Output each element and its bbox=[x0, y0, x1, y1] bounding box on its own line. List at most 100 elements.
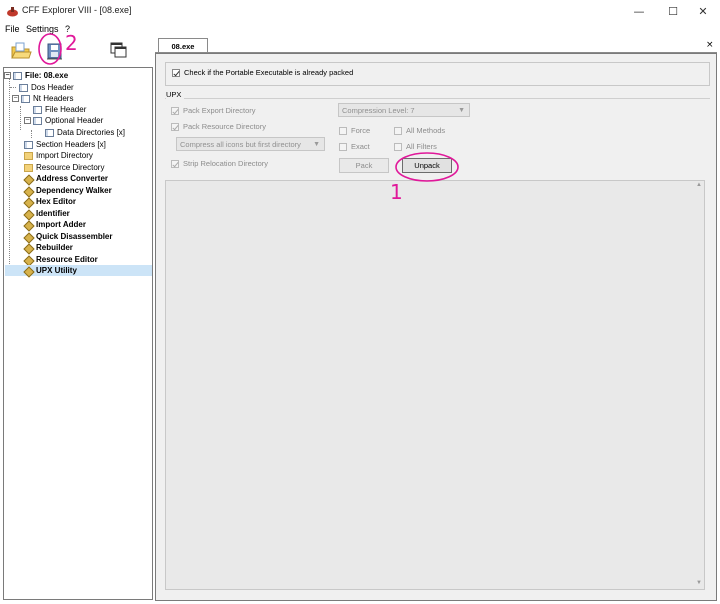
tree-item-address-converter[interactable]: Address Converter bbox=[24, 173, 108, 184]
force-label: Force bbox=[351, 126, 371, 135]
strip-reloc-option[interactable]: Strip Relocation Directory bbox=[171, 159, 268, 168]
tree-item-file-header[interactable]: File Header bbox=[24, 104, 86, 115]
close-icon: ✕ bbox=[698, 5, 708, 18]
tree-item-quick-disassembler[interactable]: Quick Disassembler bbox=[24, 231, 112, 242]
tree-item-label: Nt Headers bbox=[33, 94, 74, 103]
tree-item-label: Dos Header bbox=[31, 83, 74, 92]
tool-icon bbox=[24, 267, 33, 275]
all-filters-checkbox[interactable] bbox=[394, 142, 402, 151]
strip-reloc-checkbox[interactable] bbox=[171, 159, 179, 168]
tool-icon bbox=[24, 244, 33, 252]
pack-export-option[interactable]: Pack Export Directory bbox=[171, 106, 256, 115]
all-methods-checkbox[interactable] bbox=[394, 126, 402, 135]
cascade-windows-icon bbox=[110, 42, 127, 58]
pack-resource-label: Pack Resource Directory bbox=[183, 122, 266, 131]
chevron-down-icon: ▼ bbox=[313, 141, 320, 148]
tree-connector bbox=[31, 130, 32, 138]
upx-group-label: UPX bbox=[166, 90, 185, 99]
document-icon bbox=[33, 116, 42, 125]
tree-item-label: Identifier bbox=[36, 209, 70, 218]
tree-item-upx-utility[interactable]: UPX Utility bbox=[5, 265, 152, 276]
pack-resource-checkbox[interactable] bbox=[171, 122, 179, 131]
tree-item-file[interactable]: − File: 08.exe bbox=[4, 70, 68, 81]
tree-connector bbox=[9, 78, 10, 276]
tree-connector bbox=[20, 106, 21, 130]
all-filters-label: All Filters bbox=[406, 142, 437, 151]
tree-item-rebuilder[interactable]: Rebuilder bbox=[24, 242, 73, 253]
all-methods-option[interactable]: All Methods bbox=[394, 126, 445, 135]
document-icon bbox=[21, 94, 30, 103]
tree-item-section-headers[interactable]: Section Headers [x] bbox=[24, 139, 106, 150]
check-packed-option[interactable]: Check if the Portable Executable is alre… bbox=[172, 68, 353, 77]
annotation-number-one: 1 bbox=[390, 180, 403, 204]
icons-compression-select[interactable]: Compress all icons but first directory ▼ bbox=[176, 137, 325, 151]
collapse-icon[interactable]: − bbox=[4, 72, 11, 79]
tool-icon bbox=[24, 175, 33, 183]
chevron-down-icon: ▼ bbox=[458, 107, 465, 114]
open-folder-icon bbox=[11, 42, 32, 59]
tree-item-label: UPX Utility bbox=[36, 266, 77, 275]
file-icon bbox=[13, 71, 22, 80]
scroll-up-icon[interactable]: ▲ bbox=[696, 182, 702, 188]
tool-icon bbox=[24, 210, 33, 218]
annotation-number-two: 2 bbox=[65, 31, 78, 55]
tree-item-label: Address Converter bbox=[36, 174, 109, 183]
tree-item-label: Hex Editor bbox=[36, 197, 77, 206]
output-log[interactable] bbox=[165, 180, 705, 590]
tree-item-identifier[interactable]: Identifier bbox=[24, 208, 70, 219]
tree-item-dependency-walker[interactable]: Dependency Walker bbox=[24, 185, 112, 196]
tree-item-label: Resource Editor bbox=[36, 255, 98, 264]
menu-bar bbox=[0, 23, 720, 37]
close-button[interactable]: ✕ bbox=[686, 0, 720, 23]
all-filters-option[interactable]: All Filters bbox=[394, 142, 437, 151]
tree-item-label: Dependency Walker bbox=[36, 186, 112, 195]
tool-icon bbox=[24, 198, 33, 206]
force-checkbox[interactable] bbox=[339, 126, 347, 135]
tool-icon bbox=[24, 233, 33, 241]
minimize-button[interactable]: — bbox=[622, 0, 656, 23]
pack-export-checkbox[interactable] bbox=[171, 106, 179, 115]
menu-file[interactable]: File bbox=[5, 24, 20, 34]
pack-export-label: Pack Export Directory bbox=[183, 106, 256, 115]
strip-reloc-label: Strip Relocation Directory bbox=[183, 159, 269, 168]
tab-08-exe[interactable]: 08.exe bbox=[158, 38, 208, 53]
force-option[interactable]: Force bbox=[339, 126, 370, 135]
pack-button[interactable]: Pack bbox=[339, 158, 389, 173]
tree-item-resource-editor[interactable]: Resource Editor bbox=[24, 254, 98, 265]
tree-item-label: File: 08.exe bbox=[25, 71, 69, 80]
tree-item-label: Import Adder bbox=[36, 220, 86, 229]
folder-icon bbox=[24, 163, 33, 172]
collapse-icon[interactable]: − bbox=[12, 95, 19, 102]
document-icon bbox=[45, 128, 54, 137]
check-packed-checkbox[interactable] bbox=[172, 68, 180, 77]
tree-item-hex-editor[interactable]: Hex Editor bbox=[24, 196, 76, 207]
exact-option[interactable]: Exact bbox=[339, 142, 370, 151]
pack-resource-option[interactable]: Pack Resource Directory bbox=[171, 122, 266, 131]
tab-close-icon[interactable]: × bbox=[706, 40, 714, 50]
exact-checkbox[interactable] bbox=[339, 142, 347, 151]
tree-item-import-adder[interactable]: Import Adder bbox=[24, 219, 86, 230]
menu-settings[interactable]: Settings bbox=[26, 24, 59, 34]
windows-button[interactable] bbox=[106, 38, 132, 64]
tree-connector bbox=[10, 87, 16, 88]
tree-item-data-directories[interactable]: Data Directories [x] bbox=[45, 127, 125, 138]
tree-item-label: Section Headers [x] bbox=[36, 140, 106, 149]
all-methods-label: All Methods bbox=[406, 126, 446, 135]
tree-item-nt-headers[interactable]: − Nt Headers bbox=[12, 93, 73, 104]
tree-item-dos-header[interactable]: Dos Header bbox=[10, 82, 74, 93]
maximize-button[interactable]: ☐ bbox=[656, 0, 690, 23]
tree-item-import-directory[interactable]: Import Directory bbox=[24, 150, 93, 161]
collapse-icon[interactable]: − bbox=[24, 117, 31, 124]
minimize-icon: — bbox=[633, 5, 645, 18]
maximize-icon: ☐ bbox=[668, 5, 678, 18]
compression-level-select[interactable]: Compression Level: 7 ▼ bbox=[338, 103, 470, 117]
tree-item-resource-directory[interactable]: Resource Directory bbox=[24, 162, 104, 173]
tree-view[interactable]: − File: 08.exe Dos Header − Nt Headers F… bbox=[3, 67, 153, 600]
upx-group-divider bbox=[165, 98, 710, 99]
scroll-down-icon[interactable]: ▼ bbox=[696, 580, 702, 586]
tool-icon bbox=[24, 221, 33, 229]
open-file-button[interactable] bbox=[8, 38, 34, 64]
window-title: CFF Explorer VIII - [08.exe] bbox=[22, 5, 132, 15]
unpack-button[interactable]: Unpack bbox=[402, 158, 452, 173]
tree-item-optional-header[interactable]: − Optional Header bbox=[24, 115, 103, 126]
